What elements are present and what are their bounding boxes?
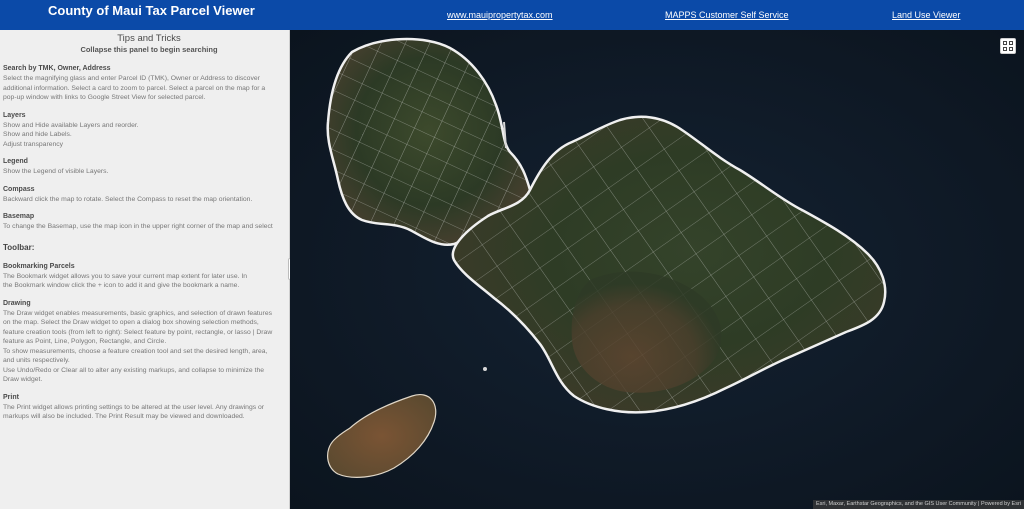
help-section-text: additional information. Select a card to… [3,84,266,92]
help-section-text: Show the Legend of visible Layers. [3,168,109,175]
help-section-heading: Search by TMK, Owner, Address [3,65,111,72]
help-section-text: and units respectively. [3,357,70,364]
app-title: County of Maui Tax Parcel Viewer [48,3,255,18]
app-header: County of Maui Tax Parcel Viewer www.mau… [0,0,1024,30]
help-section-text: The Draw widget enables measurements, ba… [3,309,272,317]
help-section-text: Use Undo/Redo or Clear all to alter any … [3,366,265,374]
help-section-text: The Bookmark widget allows you to save y… [3,272,248,280]
help-section-heading: Legend [3,158,28,165]
panel-title: Tips and Tricks [117,33,181,44]
help-section-heading: Compass [3,185,35,193]
help-section: Layers Show and Hide available Layers and… [3,111,285,150]
tips-panel: Tips and Tricks Collapse this panel to b… [0,30,290,509]
help-section-text: Show and hide Labels. [3,131,72,138]
help-section-text: on the map. Select the Draw widget to op… [3,319,259,326]
help-section-text: the Bookmark window click the + icon to … [3,282,240,289]
kahoolawe-landmass [327,394,437,478]
help-section-text: markups will also be included. The Print… [3,413,245,420]
toolbar-heading: Toolbar: [3,242,35,252]
help-section-text: Show and Hide available Layers and reord… [3,121,139,129]
help-section-heading: Basemap [3,213,35,220]
satellite-imagery [326,37,887,478]
help-section-text: The Print widget allows printing setting… [3,403,265,411]
help-section-text: Adjust transparency [3,140,64,148]
map-attribution: Esri, Maxar, Earthstar Geographics, and … [812,500,1024,509]
help-section: Drawing The Draw widget enables measureme… [3,299,285,385]
basemap-grid-icon [1003,41,1013,51]
map-view[interactable]: Esri, Maxar, Earthstar Geographics, and … [290,30,1024,509]
help-section: Basemap To change the Basemap, use the ma… [3,212,285,232]
help-section-text: Select the magnifying glass and enter Pa… [3,75,260,82]
help-section: Print The Print widget allows printing se… [3,393,285,422]
help-section-text: feature creation tools (from left to rig… [3,328,273,336]
help-section-text: Draw widget. [3,376,43,383]
help-section: Search by TMK, Owner, Address Select the … [3,64,285,103]
mapps-customer-self-service-link[interactable]: MAPPS Customer Self Service [665,10,789,20]
land-use-viewer-link[interactable]: Land Use Viewer [892,10,960,20]
help-section-text: To show measurements, choose a feature c… [3,347,268,355]
help-section-heading: Drawing [3,299,31,307]
mauipropertytax-link[interactable]: www.mauipropertytax.com [447,10,553,20]
basemap-button[interactable] [1000,38,1016,54]
help-section: Compass Backward click the map to rotate.… [3,185,285,205]
help-section-text: pop-up window with links to Google Stree… [3,94,206,101]
help-section-text: To change the Basemap, use the map icon … [3,223,273,230]
help-section: Bookmarking Parcels The Bookmark widget a… [3,262,285,291]
help-section-text: feature as Point, Line, Polygon, Rectang… [3,338,167,345]
help-section-heading: Bookmarking Parcels [3,262,75,270]
help-section-heading: Print [3,393,19,401]
help-section: Legend Show the Legend of visible Layers. [3,157,285,177]
help-section-text: Backward click the map to rotate. Select… [3,195,253,203]
help-section-heading: Layers [3,111,26,119]
panel-subtitle: Collapse this panel to begin searching [80,45,218,54]
